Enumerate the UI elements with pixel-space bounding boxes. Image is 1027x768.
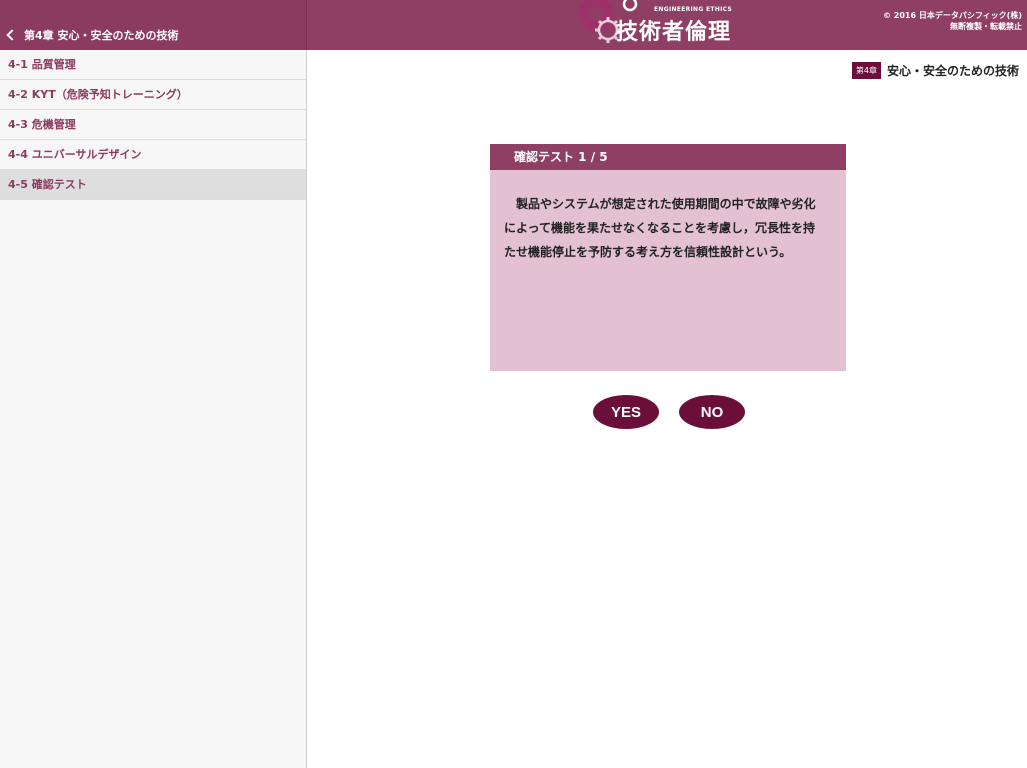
copyright-line-2: 無断複製・転載禁止	[950, 22, 1022, 31]
quiz-question: 製品やシステムが想定された使用期間の中で故障や劣化によって機能を果たせなくなるこ…	[504, 197, 816, 259]
sidebar-menu: 4-1 品質管理 4-2 KYT（危険予知トレーニング） 4-3 危機管理 4-…	[0, 50, 307, 768]
yes-button[interactable]: YES	[593, 395, 659, 429]
sidebar-item-kyt[interactable]: 4-2 KYT（危険予知トレーニング）	[0, 80, 306, 110]
chapter-title: 安心・安全のための技術	[886, 64, 1019, 78]
chevron-left-icon	[6, 29, 18, 41]
copyright-notice: © 2016 日本データパシフィック(株) 無断複製・転載禁止	[883, 10, 1022, 32]
quiz-panel: 確認テスト 1 / 5 製品やシステムが想定された使用期間の中で故障や劣化によっ…	[490, 144, 846, 371]
no-button[interactable]: NO	[679, 395, 745, 429]
back-label: 第4章 安心・安全のための技術	[24, 29, 179, 42]
sidebar-item-quality-control[interactable]: 4-1 品質管理	[0, 50, 306, 80]
header-left-panel: 第4章 安心・安全のための技術	[0, 0, 307, 50]
app-logo: ENGINEERING ETHICS 技術者倫理	[574, 0, 744, 50]
back-to-chapter-button[interactable]: 第4章 安心・安全のための技術	[6, 27, 179, 43]
logo-tagline: ENGINEERING ETHICS	[654, 6, 733, 13]
quiz-header: 確認テスト 1 / 5	[490, 144, 846, 170]
app-header: 第4章 安心・安全のための技術 ENGINEERING ETHICS 技術者倫理	[0, 0, 1027, 50]
sidebar-item-confirmation-test[interactable]: 4-5 確認テスト	[0, 170, 306, 200]
sidebar-item-crisis-management[interactable]: 4-3 危機管理	[0, 110, 306, 140]
sidebar-item-universal-design[interactable]: 4-4 ユニバーサルデザイン	[0, 140, 306, 170]
copyright-line-1: © 2016 日本データパシフィック(株)	[883, 11, 1022, 20]
chapter-badge: 第4章	[851, 62, 881, 79]
chapter-tag: 第4章 安心・安全のための技術	[851, 62, 1019, 79]
logo-title: 技術者倫理	[616, 20, 732, 45]
